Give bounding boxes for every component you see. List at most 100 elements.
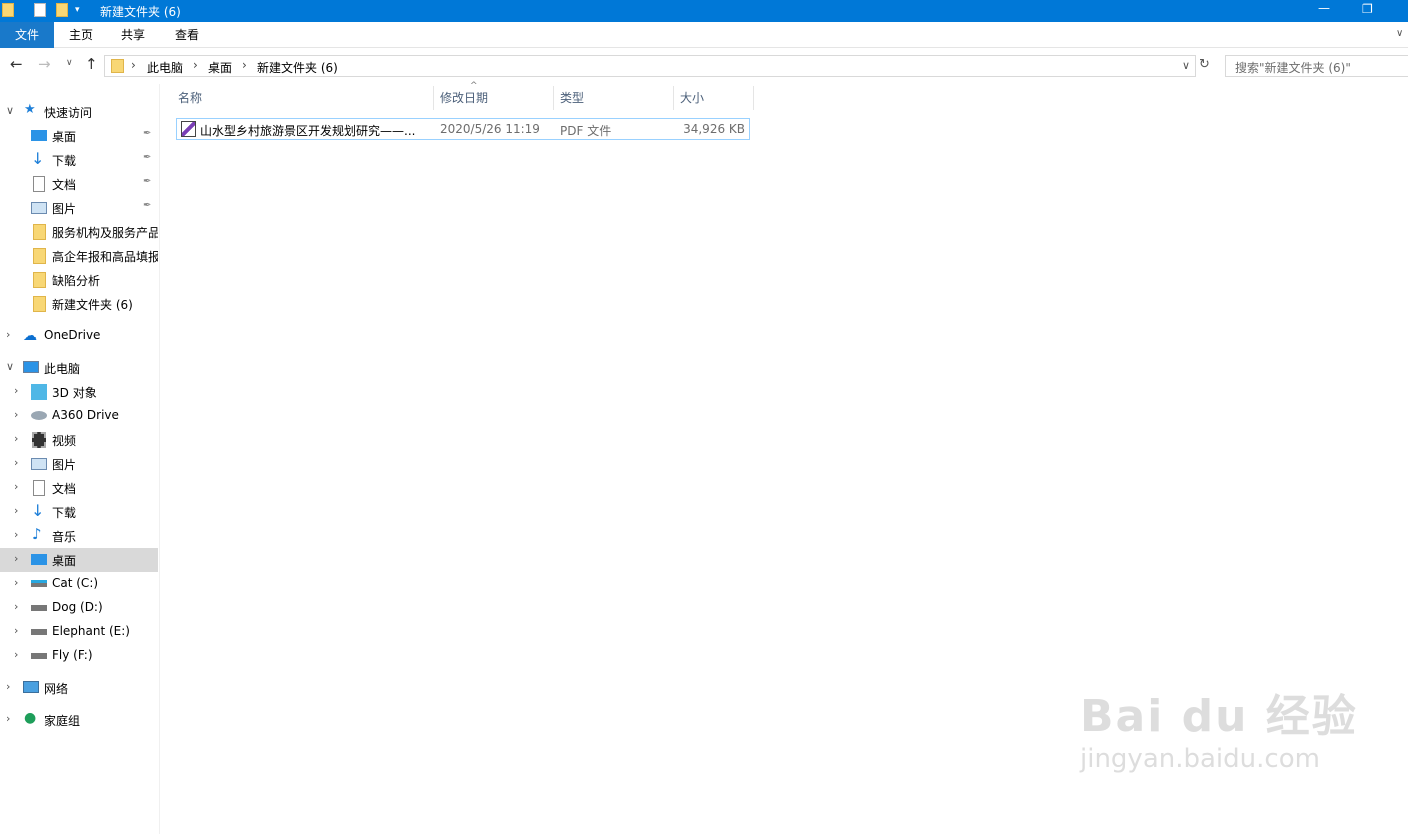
nav-homegroup[interactable]: › ● 家庭组	[0, 708, 158, 732]
document-icon	[33, 176, 45, 192]
drive-icon	[31, 653, 47, 659]
nav-quick-pictures[interactable]: 图片 ✒	[0, 196, 158, 220]
download-icon: ↓	[31, 149, 45, 168]
baidu-jingyan-watermark: Bai du 经验 jingyan.baidu.com	[1080, 680, 1358, 774]
chevron-right-icon[interactable]: ›	[14, 480, 18, 493]
nav-quick-folder-2[interactable]: 高企年报和高品填报	[0, 244, 158, 268]
star-icon: ★	[24, 102, 36, 117]
cloud-icon: ☁	[23, 328, 37, 344]
chevron-right-icon[interactable]: ›	[14, 552, 18, 565]
nav-item-label: 桌面	[52, 130, 77, 144]
nav-item-label: 家庭组	[44, 714, 81, 728]
nav-quick-downloads[interactable]: ↓ 下载 ✒	[0, 148, 158, 172]
file-name[interactable]: 山水型乡村旅游景区开发规划研究——...	[200, 122, 440, 139]
chevron-right-icon[interactable]: ›	[14, 600, 18, 613]
nav-item-label: 网络	[44, 682, 69, 696]
refresh-button[interactable]: ↻	[1199, 57, 1210, 72]
chevron-right-icon[interactable]: ›	[14, 456, 18, 469]
chevron-right-icon[interactable]: ›	[14, 408, 18, 421]
chevron-right-icon[interactable]: ›	[14, 528, 18, 541]
chevron-down-icon[interactable]: ∨	[6, 104, 14, 117]
nav-quick-folder-1[interactable]: 服务机构及服务产品	[0, 220, 158, 244]
column-header-date[interactable]: 修改日期	[434, 86, 554, 110]
chevron-right-icon[interactable]: ›	[242, 58, 247, 72]
nav-quick-access[interactable]: ∨ ★ 快速访问	[0, 100, 158, 124]
back-button[interactable]: ←	[10, 55, 23, 73]
tab-view[interactable]: 查看	[168, 22, 206, 48]
nav-quick-desktop[interactable]: 桌面 ✒	[0, 124, 158, 148]
chevron-right-icon[interactable]: ›	[14, 384, 18, 397]
column-header-type[interactable]: 类型	[554, 86, 674, 110]
title-bar: ▾ 新建文件夹 (6) — ❐	[0, 0, 1408, 22]
nav-pc-pictures[interactable]: › 图片	[0, 452, 158, 476]
chevron-right-icon[interactable]: ›	[6, 328, 10, 341]
address-box[interactable]: › 此电脑 › 桌面 › 新建文件夹 (6) ∨	[104, 55, 1196, 77]
drive-icon	[31, 605, 47, 611]
chevron-right-icon[interactable]: ›	[14, 576, 18, 589]
chevron-right-icon[interactable]: ›	[193, 58, 198, 72]
nav-quick-folder-4[interactable]: 新建文件夹 (6)	[0, 292, 158, 316]
tab-share[interactable]: 共享	[114, 22, 152, 48]
nav-item-label: 缺陷分析	[52, 274, 101, 288]
windows-drive-icon	[31, 580, 47, 587]
nav-item-label: 服务机构及服务产品	[52, 226, 158, 240]
chevron-right-icon[interactable]: ›	[6, 712, 10, 725]
nav-this-pc[interactable]: ∨ 此电脑	[0, 356, 158, 380]
nav-item-label: 下载	[52, 154, 77, 168]
recent-locations-icon[interactable]: ∨	[66, 58, 73, 68]
nav-network[interactable]: › 网络	[0, 676, 158, 700]
chevron-right-icon[interactable]: ›	[14, 504, 18, 517]
nav-quick-documents[interactable]: 文档 ✒	[0, 172, 158, 196]
chevron-down-icon[interactable]: ∨	[1182, 59, 1190, 72]
nav-pc-documents[interactable]: › 文档	[0, 476, 158, 500]
forward-button[interactable]: →	[38, 55, 51, 73]
nav-pc-videos[interactable]: › 视频	[0, 428, 158, 452]
nav-quick-folder-3[interactable]: 缺陷分析	[0, 268, 158, 292]
watermark-url: jingyan.baidu.com	[1080, 744, 1320, 774]
tab-file[interactable]: 文件	[0, 22, 54, 48]
nav-item-label: 新建文件夹 (6)	[52, 298, 133, 312]
customize-toolbar-icon[interactable]: ▾	[75, 5, 80, 15]
chevron-right-icon[interactable]: ›	[14, 624, 18, 637]
breadcrumb-desktop[interactable]: 桌面	[208, 59, 232, 76]
nav-pc-drive-c[interactable]: › Cat (C:)	[0, 572, 158, 596]
expand-ribbon-icon[interactable]: ∨	[1396, 28, 1403, 39]
breadcrumb-this-pc[interactable]: 此电脑	[147, 59, 183, 76]
nav-pc-3d-objects[interactable]: › 3D 对象	[0, 380, 158, 404]
restore-button[interactable]: ❐	[1362, 2, 1373, 16]
new-folder-icon[interactable]	[56, 3, 68, 17]
chevron-right-icon[interactable]: ›	[131, 58, 136, 72]
minimize-button[interactable]: —	[1318, 1, 1330, 15]
nav-pc-drive-e[interactable]: › Elephant (E:)	[0, 620, 158, 644]
folder-icon	[33, 296, 46, 312]
up-button[interactable]: ↑	[85, 55, 98, 73]
pictures-icon	[31, 458, 47, 470]
search-input[interactable]: 搜索"新建文件夹 (6)"	[1225, 55, 1408, 77]
folder-icon	[33, 248, 46, 264]
nav-item-label: 音乐	[52, 530, 77, 544]
music-icon: ♪	[32, 525, 42, 543]
chevron-right-icon[interactable]: ›	[14, 432, 18, 445]
nav-item-label: 文档	[52, 178, 77, 192]
nav-item-label: 图片	[52, 202, 77, 216]
download-icon: ↓	[31, 501, 45, 520]
nav-pc-drive-d[interactable]: › Dog (D:)	[0, 596, 158, 620]
chevron-down-icon[interactable]: ∨	[6, 360, 14, 373]
chevron-right-icon[interactable]: ›	[6, 680, 10, 693]
tab-home[interactable]: 主页	[62, 22, 100, 48]
breadcrumb-current-folder[interactable]: 新建文件夹 (6)	[257, 59, 338, 76]
folder-icon	[33, 272, 46, 288]
chevron-right-icon[interactable]: ›	[14, 648, 18, 661]
folder-icon	[111, 59, 124, 73]
nav-pc-a360-drive[interactable]: › A360 Drive	[0, 404, 158, 428]
properties-icon[interactable]	[34, 3, 46, 17]
nav-onedrive[interactable]: › ☁ OneDrive	[0, 324, 158, 348]
column-header-name[interactable]: 名称	[172, 86, 434, 110]
column-header-size[interactable]: 大小	[674, 86, 754, 110]
nav-pc-drive-f[interactable]: › Fly (F:)	[0, 644, 158, 668]
nav-pc-desktop[interactable]: › 桌面	[0, 548, 158, 572]
nav-item-label: Cat (C:)	[52, 576, 99, 590]
table-row[interactable]: 山水型乡村旅游景区开发规划研究——... 2020/5/26 11:19 PDF…	[176, 118, 750, 140]
nav-pc-music[interactable]: › ♪ 音乐	[0, 524, 158, 548]
nav-pc-downloads[interactable]: › ↓ 下载	[0, 500, 158, 524]
